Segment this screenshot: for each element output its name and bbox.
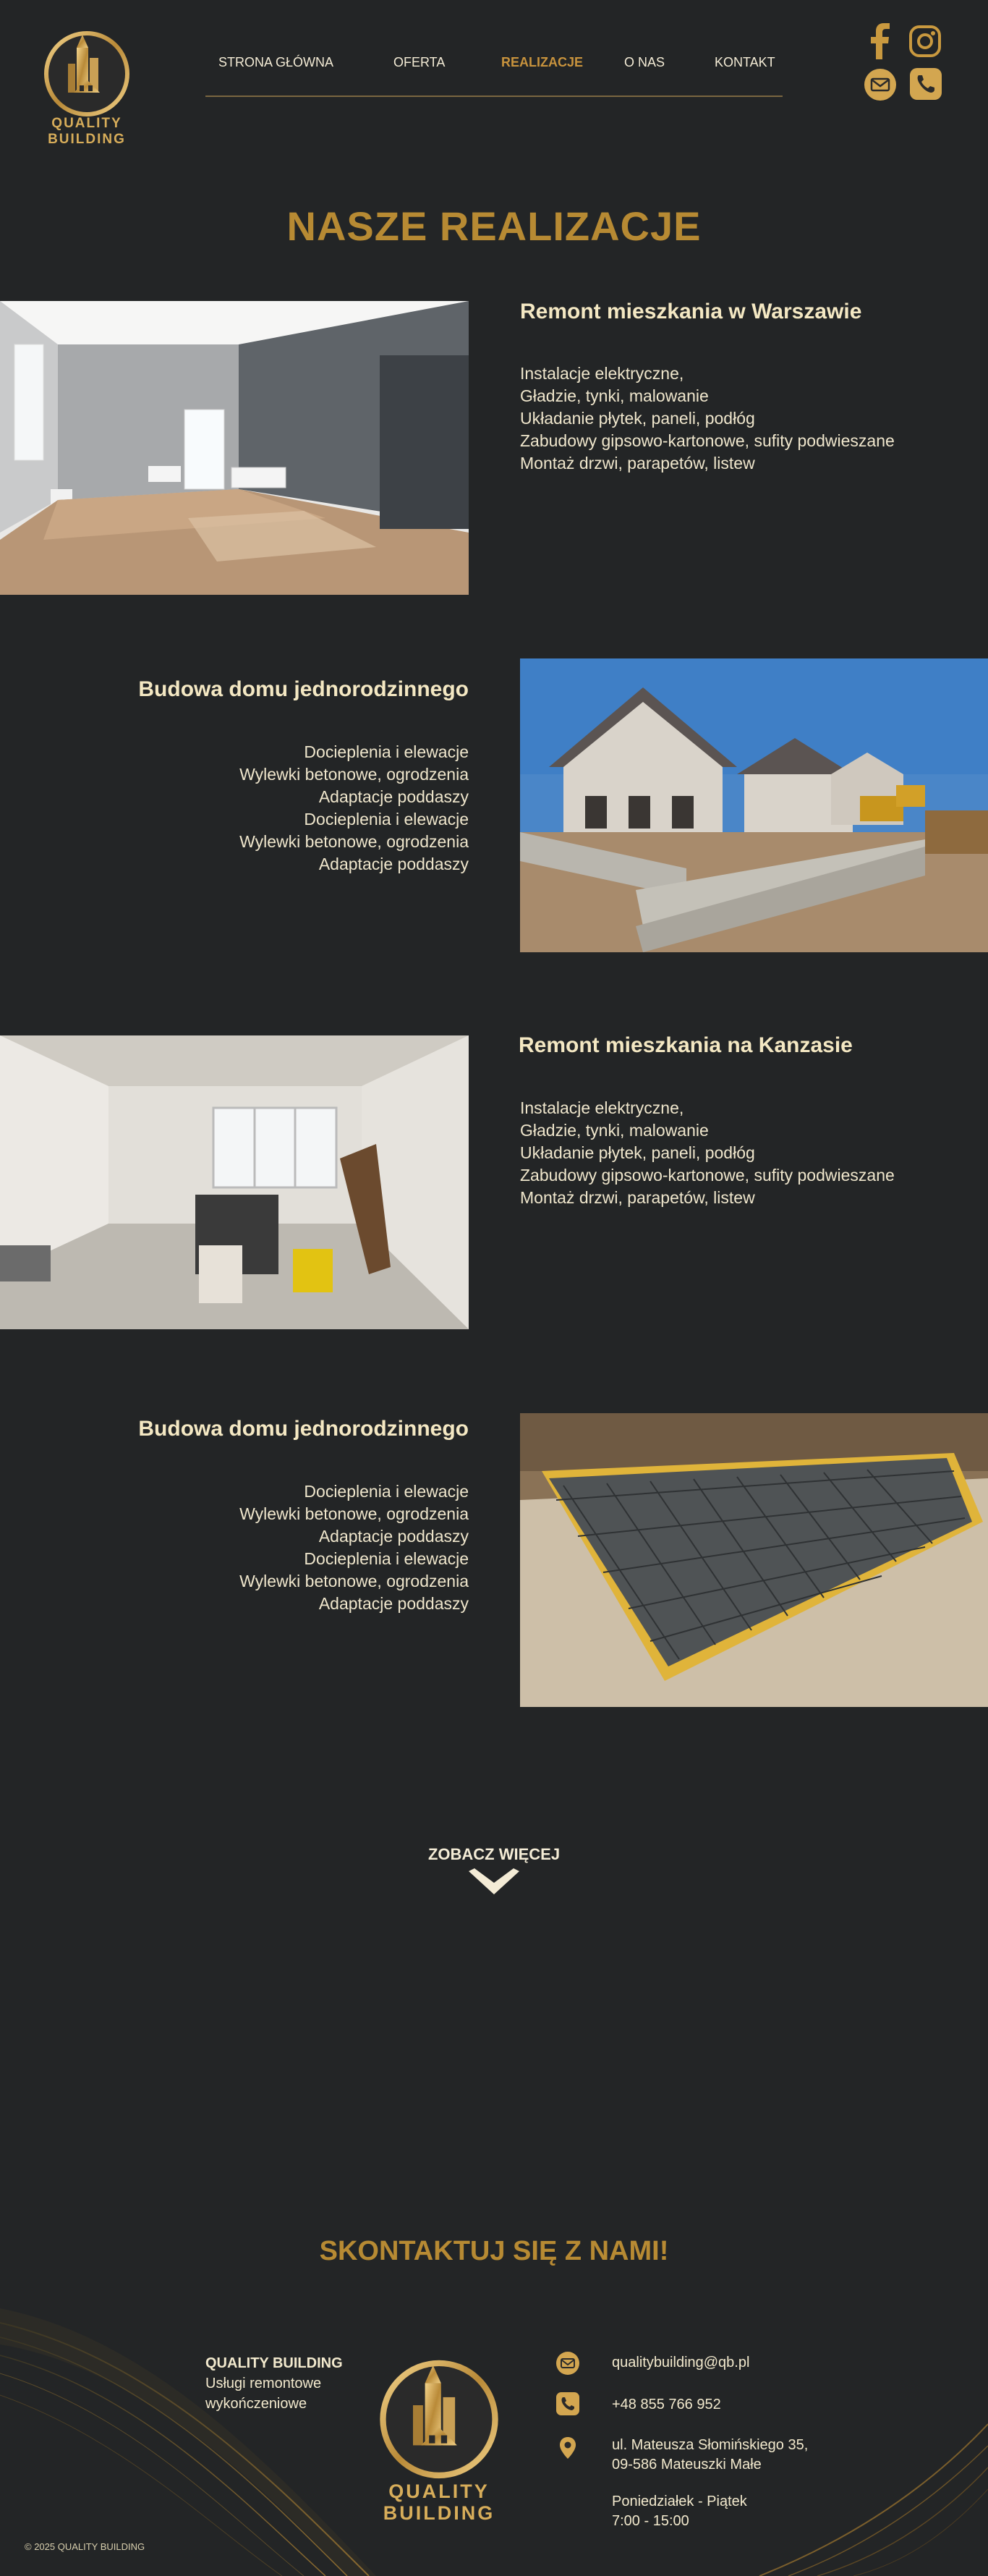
contact-address: ul. Mateusza Słomińskiego 35, 09-586 Mat… — [612, 2436, 808, 2475]
list-item: Instalacje elektryczne, — [520, 1098, 684, 1117]
project-photo-foundation[interactable] — [520, 1413, 988, 1707]
see-more-label: ZOBACZ WIĘCEJ — [427, 1845, 561, 1863]
list-item: Adaptacje poddaszy — [318, 787, 469, 806]
list-item: Gładzie, tynki, malowanie — [520, 1121, 709, 1140]
background-swoosh-left — [0, 2308, 376, 2576]
see-more-button[interactable]: ZOBACZ WIĘCEJ — [0, 1845, 988, 1896]
contact-title: SKONTAKTUJ SIĘ Z NAMI! — [319, 2236, 669, 2266]
nav-item-contact[interactable]: KONTAKT — [715, 55, 775, 70]
list-item: Docieplenia i elewacje — [304, 742, 469, 761]
list-item: Układanie płytek, paneli, podłóg — [520, 409, 755, 428]
logo-text-line2: BUILDING — [48, 132, 126, 147]
list-item: Adaptacje poddaszy — [318, 855, 469, 873]
project-title: Budowa domu jednorodzinnego — [138, 677, 469, 701]
company-desc-line2: wykończeniowe — [205, 2396, 307, 2412]
mail-icon[interactable] — [555, 2351, 580, 2376]
list-item: Układanie płytek, paneli, podłóg — [520, 1143, 755, 1162]
apartment-interior-image — [0, 301, 469, 595]
list-item: Instalacje elektryczne, — [520, 364, 684, 383]
list-item: Wylewki betonowe, ogrodzenia — [239, 765, 469, 784]
phone-icon[interactable] — [555, 2391, 580, 2416]
location-pin-icon — [560, 2437, 576, 2459]
footer-logo[interactable]: QUALITY BUILDING — [370, 2353, 508, 2527]
list-item: Gładzie, tynki, malowanie — [520, 386, 709, 405]
logo-text-line1: QUALITY — [51, 116, 122, 131]
company-desc-line1: Usługi remontowe — [205, 2376, 322, 2391]
logo-text-line1: QUALITY — [388, 2480, 490, 2502]
phone-icon[interactable] — [908, 67, 943, 101]
footer-company-info: QUALITY BUILDING Usługi remontowe wykońc… — [205, 2353, 343, 2414]
project-title: Remont mieszkania na Kanzasie — [519, 1033, 853, 1057]
background-swoosh-right — [759, 2423, 988, 2576]
contact-phone[interactable]: +48 855 766 952 — [612, 2395, 721, 2415]
mail-icon[interactable] — [864, 68, 897, 101]
nav-item-offer[interactable]: OFERTA — [393, 55, 445, 70]
address-line1: ul. Mateusza Słomińskiego 35, — [612, 2437, 809, 2453]
list-item: Adaptacje poddaszy — [318, 1527, 469, 1546]
list-item: Docieplenia i elewacje — [304, 1482, 469, 1501]
list-item: Adaptacje poddaszy — [318, 1594, 469, 1613]
list-item: Montaż drzwi, parapetów, listew — [520, 1188, 755, 1207]
page-title: NASZE REALIZACJE — [286, 203, 702, 249]
site-header: QUALITY BUILDING STRONA GŁÓWNA OFERTA RE… — [0, 0, 988, 166]
hours-time: 7:00 - 15:00 — [612, 2513, 689, 2529]
address-line2: 09-586 Mateuszki Małe — [612, 2457, 762, 2473]
copyright: © 2025 QUALITY BUILDING — [25, 2541, 145, 2552]
opening-hours: Poniedziałek - Piątek 7:00 - 15:00 — [612, 2492, 747, 2531]
logo-emblem-icon — [380, 2360, 498, 2479]
house-construction-image — [520, 658, 988, 952]
list-item: Wylewki betonowe, ogrodzenia — [239, 1572, 469, 1590]
list-item: Docieplenia i elewacje — [304, 1549, 469, 1568]
main-nav: STRONA GŁÓWNA OFERTA REALIZACJE O NAS KO… — [205, 43, 783, 98]
contact-email[interactable]: qualitybuilding@qb.pl — [612, 2353, 749, 2373]
company-name: QUALITY BUILDING — [205, 2355, 343, 2371]
project-photo-apartment-warsaw[interactable] — [0, 301, 469, 595]
hours-days: Poniedziałek - Piątek — [612, 2494, 747, 2509]
project-scope-list: Docieplenia i elewacje Wylewki betonowe,… — [0, 741, 469, 876]
logo-text-line2: BUILDING — [383, 2502, 495, 2524]
list-item: Docieplenia i elewacje — [304, 810, 469, 829]
renovation-room-image — [0, 1035, 469, 1329]
nav-item-projects[interactable]: REALIZACJE — [501, 55, 583, 70]
facebook-icon[interactable] — [868, 23, 893, 59]
project-scope-list: Docieplenia i elewacje Wylewki betonowe,… — [0, 1480, 469, 1615]
chevron-down-icon — [469, 1868, 519, 1894]
logo-emblem-icon — [44, 31, 129, 116]
project-scope-list: Instalacje elektryczne, Gładzie, tynki, … — [520, 1097, 895, 1209]
list-item: Zabudowy gipsowo-kartonowe, sufity podwi… — [520, 431, 895, 450]
project-scope-list: Instalacje elektryczne, Gładzie, tynki, … — [520, 363, 895, 475]
instagram-icon[interactable] — [908, 25, 942, 58]
list-item: Zabudowy gipsowo-kartonowe, sufity podwi… — [520, 1166, 895, 1185]
list-item: Wylewki betonowe, ogrodzenia — [239, 832, 469, 851]
nav-item-home[interactable]: STRONA GŁÓWNA — [218, 55, 333, 70]
foundation-rebar-image — [520, 1413, 988, 1707]
project-photo-house-construction[interactable] — [520, 658, 988, 952]
project-title: Remont mieszkania w Warszawie — [520, 300, 862, 323]
brand-logo[interactable]: QUALITY BUILDING — [38, 26, 136, 149]
project-photo-apartment-kanzas[interactable] — [0, 1035, 469, 1329]
list-item: Wylewki betonowe, ogrodzenia — [239, 1504, 469, 1523]
nav-underline — [205, 96, 783, 97]
project-title: Budowa domu jednorodzinnego — [138, 1417, 469, 1441]
list-item: Montaż drzwi, parapetów, listew — [520, 454, 755, 473]
nav-item-about[interactable]: O NAS — [624, 55, 665, 70]
